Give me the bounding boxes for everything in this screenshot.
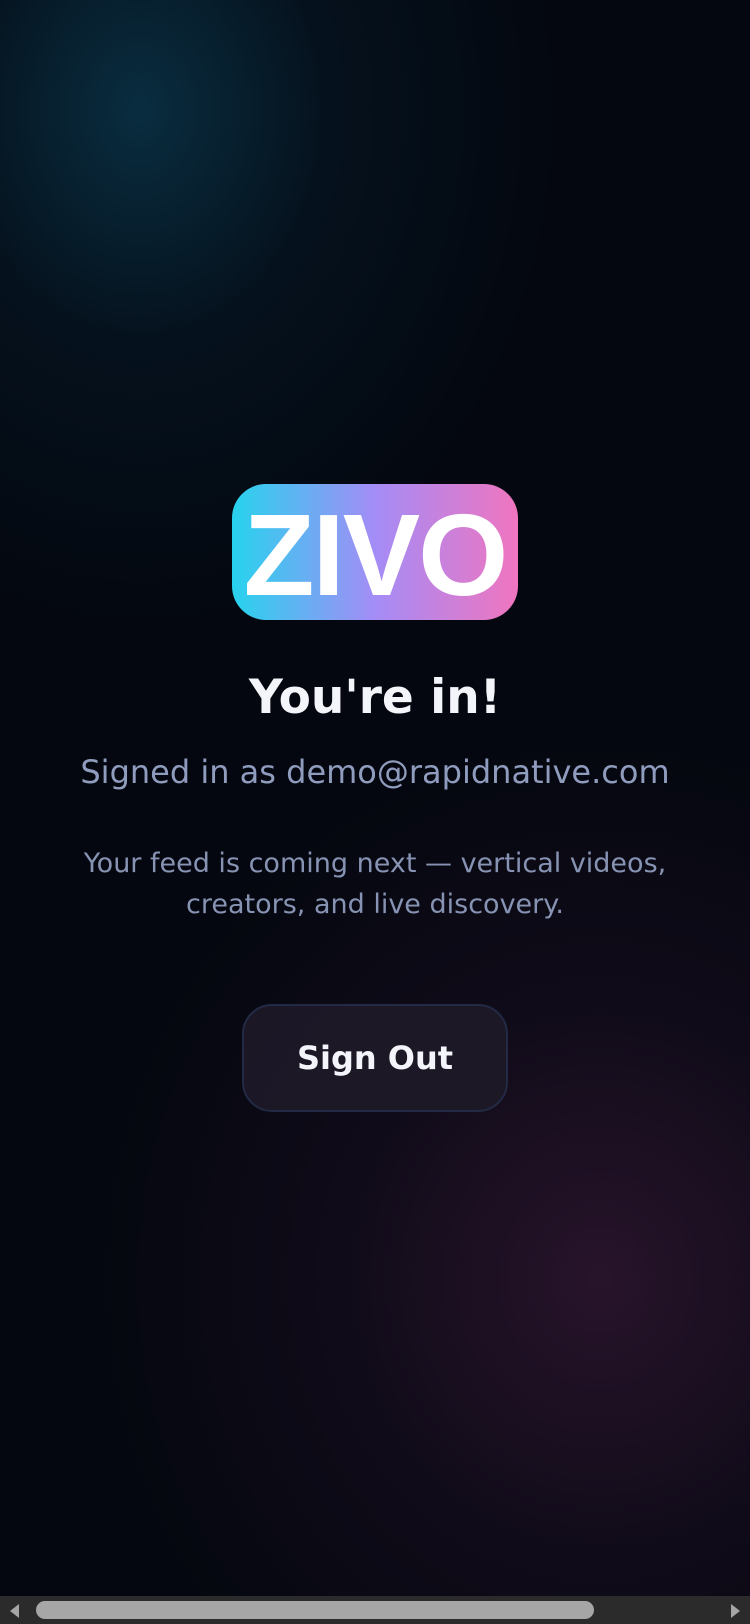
logo-text: ZIVO xyxy=(243,490,509,620)
page-title: You're in! xyxy=(248,670,502,725)
feed-description: Your feed is coming next — vertical vide… xyxy=(83,848,667,920)
app-screen: ZIVO You're in! Signed in as demo@rapidn… xyxy=(0,0,750,1624)
chevron-right-icon[interactable] xyxy=(731,1604,740,1618)
app-logo: ZIVO xyxy=(232,484,518,620)
scrollbar-thumb[interactable] xyxy=(36,1601,594,1619)
horizontal-scrollbar[interactable] xyxy=(0,1596,750,1624)
chevron-left-icon[interactable] xyxy=(10,1604,19,1618)
signed-in-status: Signed in as demo@rapidnative.com xyxy=(80,753,670,791)
sign-out-label: Sign Out xyxy=(296,1039,454,1077)
sign-out-button[interactable]: Sign Out xyxy=(242,1004,508,1112)
main-content: ZIVO You're in! Signed in as demo@rapidn… xyxy=(0,0,750,1596)
